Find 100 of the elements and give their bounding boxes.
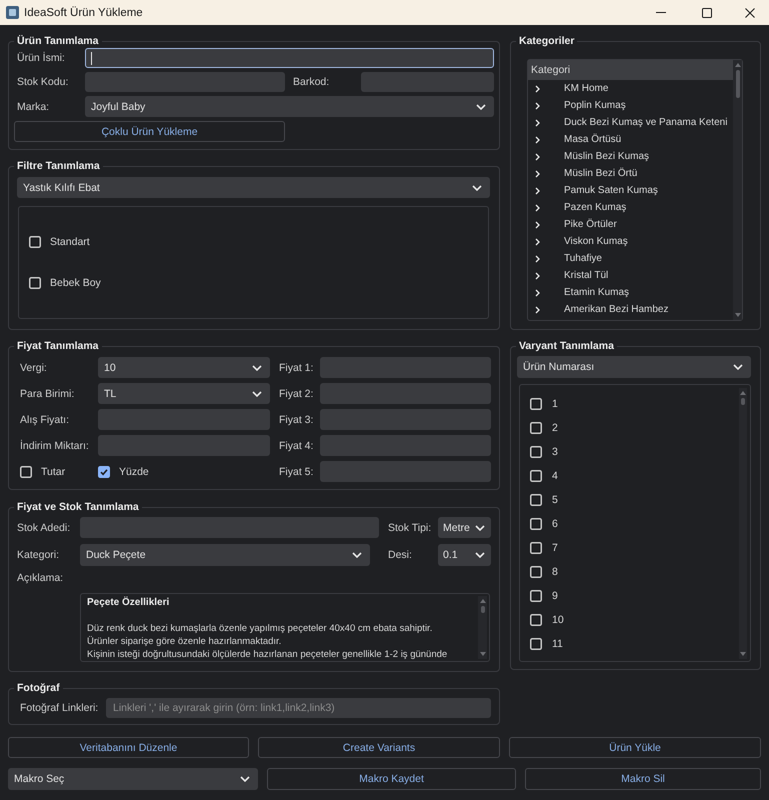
tree-item[interactable]: Viskon Kumaş <box>528 233 733 250</box>
scrollbar-thumb[interactable] <box>741 398 745 405</box>
checkbox[interactable] <box>29 236 41 248</box>
column-header[interactable]: Kategori <box>528 60 733 80</box>
chevron-right-icon[interactable] <box>535 204 540 212</box>
macro-button[interactable]: Makro Sil <box>525 768 761 790</box>
chevron-right-icon[interactable] <box>535 272 540 280</box>
text-field[interactable] <box>320 383 491 404</box>
tree-item[interactable]: Pike Örtüler <box>528 216 733 233</box>
chevron-right-icon[interactable] <box>535 220 540 228</box>
scrollbar[interactable] <box>733 60 742 320</box>
dropdown[interactable]: 10 <box>98 357 270 378</box>
chevron-right-icon[interactable] <box>535 288 540 296</box>
text-field[interactable] <box>320 357 491 378</box>
tree-item[interactable]: Kristal Tül <box>528 267 733 284</box>
text-field[interactable] <box>80 517 379 538</box>
checkbox-label: Standart <box>50 236 90 248</box>
text-field[interactable] <box>320 409 491 430</box>
bulk-upload-button[interactable]: Çoklu Ürün Yükleme <box>14 121 285 142</box>
checkbox-label: Tutar <box>41 466 66 478</box>
tree-item[interactable]: Duck Bezi Kumaş ve Panama Keteni <box>528 114 733 131</box>
checkbox[interactable] <box>530 614 542 626</box>
window-title: IdeaSoft Ürün Yükleme <box>24 6 143 18</box>
tree-item[interactable]: Amerikan Bezi Hambez <box>528 301 733 318</box>
macro-dropdown[interactable]: Makro Seç <box>8 768 258 790</box>
text-cursor <box>91 52 92 64</box>
checkbox[interactable] <box>530 566 542 578</box>
group-title: Filtre Tanımlama <box>16 160 101 173</box>
chevron-right-icon[interactable] <box>535 118 540 126</box>
checkbox[interactable] <box>98 466 110 478</box>
checkbox[interactable] <box>530 590 542 602</box>
dropdown[interactable]: Yastık Kılıfı Ebat <box>17 177 490 198</box>
chevron-right-icon[interactable] <box>535 306 540 314</box>
dropdown[interactable]: 0.1 <box>438 544 491 566</box>
field-label: Kategori: <box>16 549 60 561</box>
tree-item[interactable]: Pazen Kumaş <box>528 199 733 216</box>
chevron-right-icon[interactable] <box>535 186 540 194</box>
text-field[interactable] <box>320 435 491 456</box>
checkbox-label: 10 <box>552 614 564 626</box>
scroll-down-icon[interactable] <box>740 652 746 656</box>
tree-item[interactable]: Müslin Bezi Örtü <box>528 165 733 182</box>
chevron-down-icon <box>252 364 262 370</box>
action-button[interactable]: Ürün Yükle <box>509 737 761 758</box>
checkbox[interactable] <box>530 518 542 530</box>
group-title: Kategoriler <box>518 35 576 48</box>
group-title: Varyant Tanımlama <box>518 340 615 353</box>
checkbox[interactable] <box>530 446 542 458</box>
scrollbar[interactable] <box>739 388 747 659</box>
chevron-right-icon[interactable] <box>535 238 540 246</box>
field-label: Stok Adedi: <box>16 522 72 534</box>
checkbox[interactable] <box>530 470 542 482</box>
scroll-up-icon[interactable] <box>734 63 740 67</box>
text-field[interactable] <box>85 48 494 68</box>
scroll-up-icon[interactable] <box>740 391 746 395</box>
dropdown[interactable]: Metre <box>438 517 491 538</box>
checkbox[interactable] <box>530 422 542 434</box>
dropdown[interactable]: Duck Peçete <box>80 544 370 566</box>
scroll-down-icon[interactable] <box>480 652 486 656</box>
chevron-right-icon[interactable] <box>535 254 540 262</box>
checkbox[interactable] <box>29 277 41 290</box>
chevron-right-icon[interactable] <box>535 136 540 144</box>
text-field[interactable] <box>98 435 270 456</box>
checkbox[interactable] <box>530 398 542 410</box>
text-field[interactable] <box>320 461 491 482</box>
dropdown[interactable]: TL <box>98 383 270 404</box>
chevron-down-icon <box>475 524 485 530</box>
macro-button[interactable]: Makro Kaydet <box>267 768 516 790</box>
tree-item[interactable]: Pamuk Saten Kumaş <box>528 182 733 199</box>
checkbox-label: 7 <box>552 542 558 554</box>
minimize-icon <box>656 12 666 13</box>
tree-item[interactable]: Müslin Bezi Kumaş <box>528 148 733 165</box>
tree-item[interactable]: Tuhafiye <box>528 250 733 267</box>
tree-item[interactable]: Etamin Kumaş <box>528 284 733 301</box>
tree-item[interactable]: Poplin Kumaş <box>528 97 733 114</box>
chevron-right-icon[interactable] <box>535 170 540 178</box>
checkbox[interactable] <box>20 466 32 478</box>
scrollbar-thumb[interactable] <box>736 70 740 98</box>
chevron-right-icon[interactable] <box>535 84 540 92</box>
description-textarea[interactable] <box>80 593 490 662</box>
scroll-down-icon[interactable] <box>734 313 740 317</box>
tree-item[interactable]: KM Home <box>528 80 733 97</box>
scrollbar-thumb[interactable] <box>480 606 484 613</box>
scroll-up-icon[interactable] <box>480 599 486 603</box>
checkbox-label: 1 <box>552 398 558 410</box>
action-button[interactable]: Veritabanını Düzenle <box>8 737 249 758</box>
chevron-right-icon[interactable] <box>535 102 540 110</box>
dropdown[interactable]: Ürün Numarası <box>517 356 751 378</box>
text-field[interactable] <box>85 72 285 92</box>
dropdown[interactable]: Joyful Baby <box>85 96 494 117</box>
chevron-right-icon[interactable] <box>535 152 540 160</box>
scrollbar[interactable] <box>478 596 487 659</box>
checkbox[interactable] <box>530 638 542 650</box>
checkbox[interactable] <box>530 542 542 554</box>
tree-item[interactable]: Masa Örtüsü <box>528 131 733 148</box>
field-label: Para Birimi: <box>20 388 76 400</box>
text-field[interactable] <box>361 72 494 92</box>
field-label: İndirim Miktarı: <box>20 440 90 452</box>
action-button[interactable]: Create Variants <box>258 737 500 758</box>
checkbox[interactable] <box>530 494 542 506</box>
text-field[interactable] <box>98 409 270 430</box>
